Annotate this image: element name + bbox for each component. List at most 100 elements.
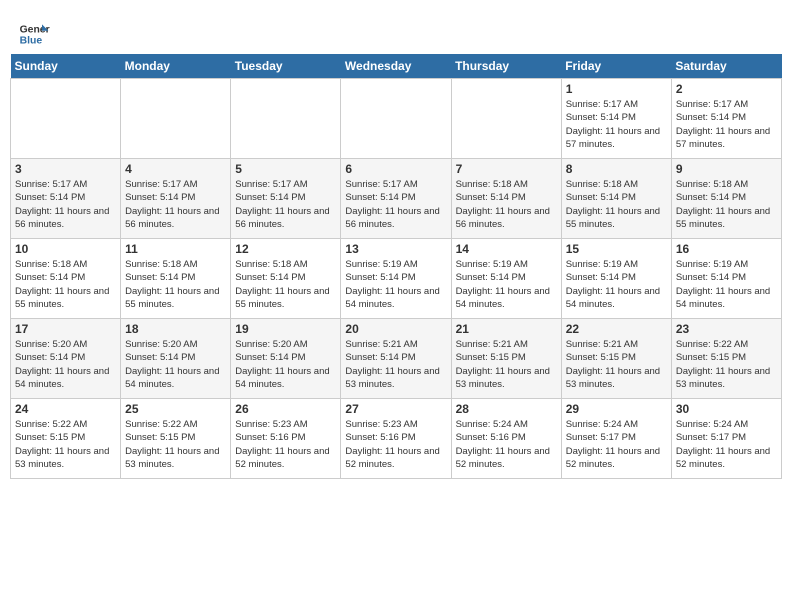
weekday-header: Saturday: [671, 54, 781, 79]
day-info: Sunrise: 5:17 AMSunset: 5:14 PMDaylight:…: [15, 178, 116, 231]
day-number: 1: [566, 82, 667, 96]
calendar-cell: 14 Sunrise: 5:19 AMSunset: 5:14 PMDaylig…: [451, 239, 561, 319]
day-info: Sunrise: 5:21 AMSunset: 5:14 PMDaylight:…: [345, 338, 446, 391]
calendar-cell: 21 Sunrise: 5:21 AMSunset: 5:15 PMDaylig…: [451, 319, 561, 399]
calendar-cell: 7 Sunrise: 5:18 AMSunset: 5:14 PMDayligh…: [451, 159, 561, 239]
calendar-cell: [11, 79, 121, 159]
day-info: Sunrise: 5:21 AMSunset: 5:15 PMDaylight:…: [566, 338, 667, 391]
calendar-cell: 13 Sunrise: 5:19 AMSunset: 5:14 PMDaylig…: [341, 239, 451, 319]
day-info: Sunrise: 5:22 AMSunset: 5:15 PMDaylight:…: [676, 338, 777, 391]
day-number: 24: [15, 402, 116, 416]
day-number: 20: [345, 322, 446, 336]
calendar-cell: 27 Sunrise: 5:23 AMSunset: 5:16 PMDaylig…: [341, 399, 451, 479]
day-info: Sunrise: 5:17 AMSunset: 5:14 PMDaylight:…: [345, 178, 446, 231]
day-info: Sunrise: 5:18 AMSunset: 5:14 PMDaylight:…: [125, 258, 226, 311]
calendar-cell: 9 Sunrise: 5:18 AMSunset: 5:14 PMDayligh…: [671, 159, 781, 239]
day-info: Sunrise: 5:18 AMSunset: 5:14 PMDaylight:…: [566, 178, 667, 231]
calendar-cell: [231, 79, 341, 159]
day-number: 22: [566, 322, 667, 336]
calendar-cell: 8 Sunrise: 5:18 AMSunset: 5:14 PMDayligh…: [561, 159, 671, 239]
day-info: Sunrise: 5:19 AMSunset: 5:14 PMDaylight:…: [566, 258, 667, 311]
day-info: Sunrise: 5:19 AMSunset: 5:14 PMDaylight:…: [345, 258, 446, 311]
day-info: Sunrise: 5:19 AMSunset: 5:14 PMDaylight:…: [456, 258, 557, 311]
day-number: 26: [235, 402, 336, 416]
day-info: Sunrise: 5:20 AMSunset: 5:14 PMDaylight:…: [235, 338, 336, 391]
day-info: Sunrise: 5:18 AMSunset: 5:14 PMDaylight:…: [676, 178, 777, 231]
calendar-cell: 26 Sunrise: 5:23 AMSunset: 5:16 PMDaylig…: [231, 399, 341, 479]
calendar-cell: 24 Sunrise: 5:22 AMSunset: 5:15 PMDaylig…: [11, 399, 121, 479]
day-number: 21: [456, 322, 557, 336]
day-number: 14: [456, 242, 557, 256]
calendar-cell: 22 Sunrise: 5:21 AMSunset: 5:15 PMDaylig…: [561, 319, 671, 399]
day-info: Sunrise: 5:19 AMSunset: 5:14 PMDaylight:…: [676, 258, 777, 311]
day-number: 4: [125, 162, 226, 176]
day-info: Sunrise: 5:23 AMSunset: 5:16 PMDaylight:…: [345, 418, 446, 471]
day-info: Sunrise: 5:20 AMSunset: 5:14 PMDaylight:…: [125, 338, 226, 391]
day-number: 25: [125, 402, 226, 416]
calendar-cell: [121, 79, 231, 159]
day-number: 27: [345, 402, 446, 416]
day-number: 19: [235, 322, 336, 336]
day-number: 2: [676, 82, 777, 96]
day-info: Sunrise: 5:18 AMSunset: 5:14 PMDaylight:…: [235, 258, 336, 311]
weekday-header: Sunday: [11, 54, 121, 79]
day-number: 13: [345, 242, 446, 256]
calendar-cell: 11 Sunrise: 5:18 AMSunset: 5:14 PMDaylig…: [121, 239, 231, 319]
day-number: 3: [15, 162, 116, 176]
calendar-cell: 16 Sunrise: 5:19 AMSunset: 5:14 PMDaylig…: [671, 239, 781, 319]
day-info: Sunrise: 5:17 AMSunset: 5:14 PMDaylight:…: [676, 98, 777, 151]
calendar-cell: 28 Sunrise: 5:24 AMSunset: 5:16 PMDaylig…: [451, 399, 561, 479]
weekday-header: Thursday: [451, 54, 561, 79]
calendar-cell: 1 Sunrise: 5:17 AMSunset: 5:14 PMDayligh…: [561, 79, 671, 159]
day-number: 28: [456, 402, 557, 416]
calendar-cell: 15 Sunrise: 5:19 AMSunset: 5:14 PMDaylig…: [561, 239, 671, 319]
svg-text:Blue: Blue: [20, 36, 43, 47]
day-number: 30: [676, 402, 777, 416]
day-info: Sunrise: 5:22 AMSunset: 5:15 PMDaylight:…: [125, 418, 226, 471]
day-number: 5: [235, 162, 336, 176]
day-number: 8: [566, 162, 667, 176]
day-number: 18: [125, 322, 226, 336]
day-info: Sunrise: 5:21 AMSunset: 5:15 PMDaylight:…: [456, 338, 557, 391]
day-info: Sunrise: 5:17 AMSunset: 5:14 PMDaylight:…: [566, 98, 667, 151]
calendar-cell: 23 Sunrise: 5:22 AMSunset: 5:15 PMDaylig…: [671, 319, 781, 399]
calendar-cell: 30 Sunrise: 5:24 AMSunset: 5:17 PMDaylig…: [671, 399, 781, 479]
day-number: 11: [125, 242, 226, 256]
logo-icon: General Blue: [18, 18, 50, 50]
day-info: Sunrise: 5:18 AMSunset: 5:14 PMDaylight:…: [15, 258, 116, 311]
day-number: 9: [676, 162, 777, 176]
calendar-cell: [341, 79, 451, 159]
calendar-cell: 5 Sunrise: 5:17 AMSunset: 5:14 PMDayligh…: [231, 159, 341, 239]
day-info: Sunrise: 5:18 AMSunset: 5:14 PMDaylight:…: [456, 178, 557, 231]
day-number: 16: [676, 242, 777, 256]
day-info: Sunrise: 5:24 AMSunset: 5:17 PMDaylight:…: [566, 418, 667, 471]
day-number: 7: [456, 162, 557, 176]
day-info: Sunrise: 5:23 AMSunset: 5:16 PMDaylight:…: [235, 418, 336, 471]
day-number: 10: [15, 242, 116, 256]
calendar-table: SundayMondayTuesdayWednesdayThursdayFrid…: [10, 54, 782, 479]
calendar-cell: 17 Sunrise: 5:20 AMSunset: 5:14 PMDaylig…: [11, 319, 121, 399]
calendar-cell: 4 Sunrise: 5:17 AMSunset: 5:14 PMDayligh…: [121, 159, 231, 239]
day-info: Sunrise: 5:20 AMSunset: 5:14 PMDaylight:…: [15, 338, 116, 391]
day-number: 12: [235, 242, 336, 256]
calendar-cell: 6 Sunrise: 5:17 AMSunset: 5:14 PMDayligh…: [341, 159, 451, 239]
day-number: 17: [15, 322, 116, 336]
day-number: 23: [676, 322, 777, 336]
weekday-header: Friday: [561, 54, 671, 79]
calendar-cell: 25 Sunrise: 5:22 AMSunset: 5:15 PMDaylig…: [121, 399, 231, 479]
calendar-cell: 20 Sunrise: 5:21 AMSunset: 5:14 PMDaylig…: [341, 319, 451, 399]
day-info: Sunrise: 5:24 AMSunset: 5:16 PMDaylight:…: [456, 418, 557, 471]
calendar-cell: 29 Sunrise: 5:24 AMSunset: 5:17 PMDaylig…: [561, 399, 671, 479]
weekday-header: Monday: [121, 54, 231, 79]
calendar-cell: 10 Sunrise: 5:18 AMSunset: 5:14 PMDaylig…: [11, 239, 121, 319]
day-info: Sunrise: 5:24 AMSunset: 5:17 PMDaylight:…: [676, 418, 777, 471]
day-number: 6: [345, 162, 446, 176]
calendar-cell: 3 Sunrise: 5:17 AMSunset: 5:14 PMDayligh…: [11, 159, 121, 239]
calendar-cell: 19 Sunrise: 5:20 AMSunset: 5:14 PMDaylig…: [231, 319, 341, 399]
weekday-header: Wednesday: [341, 54, 451, 79]
calendar-cell: 2 Sunrise: 5:17 AMSunset: 5:14 PMDayligh…: [671, 79, 781, 159]
day-info: Sunrise: 5:17 AMSunset: 5:14 PMDaylight:…: [235, 178, 336, 231]
calendar-cell: 12 Sunrise: 5:18 AMSunset: 5:14 PMDaylig…: [231, 239, 341, 319]
day-number: 29: [566, 402, 667, 416]
day-info: Sunrise: 5:22 AMSunset: 5:15 PMDaylight:…: [15, 418, 116, 471]
